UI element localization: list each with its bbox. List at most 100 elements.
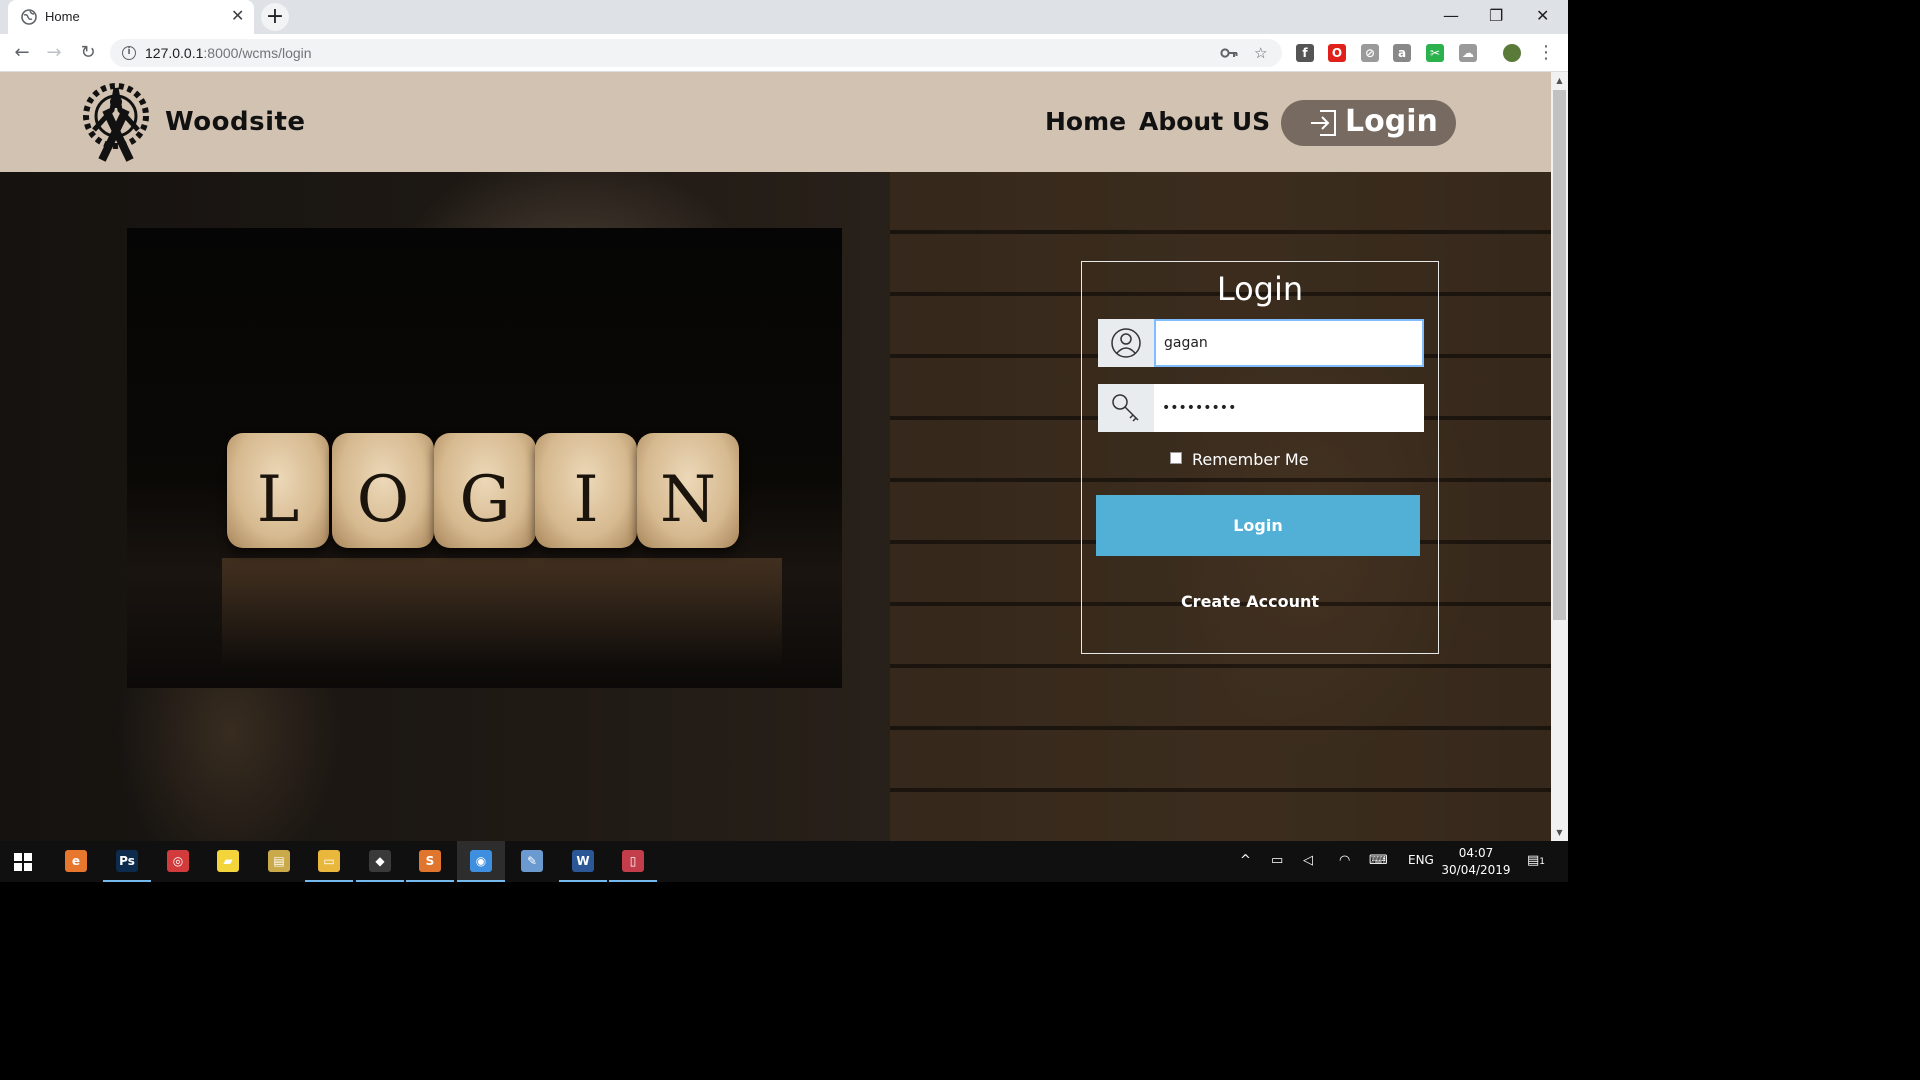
login-card: Login gagan ••••••••• Remember Me Login …	[1081, 261, 1439, 654]
create-account-link[interactable]: Create Account	[1082, 592, 1418, 611]
scroll-down-arrow-icon[interactable]: ▼	[1551, 824, 1568, 841]
key-icon[interactable]	[1220, 47, 1238, 59]
speed-extension-icon[interactable]: ⊘	[1361, 44, 1379, 62]
brand-name[interactable]: Woodsite	[165, 107, 306, 137]
profile-avatar[interactable]	[1503, 44, 1521, 62]
dice-reflection	[222, 558, 782, 668]
taskbar-app-button[interactable]: ▤	[255, 841, 303, 882]
cloud-extension-icon[interactable]: ☁	[1459, 44, 1477, 62]
taskbar-app-button[interactable]: ✎	[508, 841, 556, 882]
close-tab-icon[interactable]: ✕	[231, 8, 244, 24]
volume-icon[interactable]: ◁	[1303, 853, 1313, 868]
shopping-extension-icon[interactable]: a	[1393, 44, 1411, 62]
browser-tab-home[interactable]: Home ✕	[8, 0, 254, 34]
show-hidden-icons-chevron-icon[interactable]: ^	[1240, 853, 1251, 868]
bookmark-star-icon[interactable]: ☆	[1254, 44, 1267, 62]
browser-toolbar: ← → ↻ i 127.0.0.1:8000/wcms/login ☆ f O ⊘ a…	[0, 34, 1568, 72]
opera-extension-icon[interactable]: O	[1328, 44, 1346, 62]
chrome-taskbar-icon: ◉	[470, 850, 492, 872]
password-input-group	[1098, 384, 1424, 432]
keyboard-icon[interactable]: ⌨	[1369, 853, 1388, 868]
facebook-extension-icon[interactable]: f	[1296, 44, 1314, 62]
reload-icon[interactable]: ↻	[76, 41, 100, 65]
windows-start-icon[interactable]	[14, 853, 32, 871]
letter-cube: L	[227, 433, 329, 548]
cube-letter: O	[356, 463, 410, 537]
browser-menu-icon[interactable]: ⋮	[1534, 41, 1558, 65]
battery-icon[interactable]: ▭	[1271, 853, 1283, 868]
login-dice-image: L O G I N	[127, 228, 842, 688]
remember-me-label[interactable]: Remember Me	[1192, 450, 1309, 469]
cube-letter: G	[459, 463, 511, 537]
git-taskbar-icon: ◆	[369, 850, 391, 872]
site-header: Woodsite Home About US Login	[0, 72, 1551, 172]
taskbar-app-button[interactable]: ◆	[356, 841, 404, 882]
notification-count: 1	[1539, 857, 1546, 867]
back-arrow-icon[interactable]: ←	[10, 41, 34, 65]
url-host: 127.0.0.1	[145, 45, 204, 61]
cube-letter: L	[256, 463, 300, 537]
sublime-taskbar-icon: S	[419, 850, 441, 872]
clock-time: 04:07	[1458, 846, 1494, 860]
sticky-notes-taskbar-icon: ▰	[217, 850, 239, 872]
paint-taskbar-icon: ✎	[521, 850, 543, 872]
green-extension-icon[interactable]: ✂	[1426, 44, 1444, 62]
login-card-title: Login	[1216, 270, 1304, 308]
taskbar-app-button[interactable]: ▰	[204, 841, 252, 882]
hero-background: L O G I N Login gagan ••••••••• Remember…	[0, 172, 1551, 841]
woodsite-logo[interactable]	[80, 80, 152, 164]
site-info-icon[interactable]: i	[122, 46, 136, 60]
nav-login-label: Login	[1345, 104, 1438, 139]
key-icon	[1112, 394, 1139, 422]
url-path: :8000/wcms/login	[203, 45, 312, 61]
new-tab-button[interactable]: +	[261, 3, 289, 31]
page-viewport: Woodsite Home About US Login L O G I N L…	[0, 72, 1551, 841]
password-addon	[1098, 384, 1154, 432]
page-scrollbar[interactable]: ▲ ▼	[1551, 72, 1568, 841]
nav-home-link[interactable]: Home	[1045, 107, 1126, 136]
minimize-window-icon[interactable]: —	[1443, 6, 1459, 25]
user-icon	[1111, 328, 1141, 358]
letter-cube: N	[637, 433, 739, 548]
taskbar-app-button[interactable]: S	[406, 841, 454, 882]
scroll-up-arrow-icon[interactable]: ▲	[1551, 72, 1568, 89]
close-window-icon[interactable]: ✕	[1536, 6, 1549, 25]
scrollbar-thumb[interactable]	[1553, 90, 1566, 620]
clock-date: 30/04/2019	[1441, 863, 1511, 877]
nav-login-button[interactable]: Login	[1281, 100, 1456, 146]
login-submit-button[interactable]: Login	[1096, 495, 1420, 556]
browser-tab-strip: Home ✕ + — ❐ ✕	[0, 0, 1568, 34]
taskbar-app-button[interactable]: W	[559, 841, 607, 882]
restore-window-icon[interactable]: ❐	[1489, 6, 1503, 25]
edge-taskbar-icon: e	[65, 850, 87, 872]
notifications-icon[interactable]: ▤1	[1527, 853, 1545, 868]
tab-title: Home	[45, 9, 80, 24]
windows-taskbar: e Ps ◎ ▰ ▤ ▭ ◆ S ◉ ✎ W ▯ ^ ▭ ◁ ◠ ⌨ ENG 04:07 30/04/…	[0, 841, 1568, 882]
nav-about-link[interactable]: About US	[1139, 107, 1270, 136]
letter-cube: O	[332, 433, 434, 548]
word-taskbar-icon: W	[572, 850, 594, 872]
cube-letter: I	[573, 463, 599, 537]
letter-cube: G	[434, 433, 536, 548]
language-indicator[interactable]: ENG	[1408, 853, 1434, 867]
taskbar-app-button[interactable]: ◎	[154, 841, 202, 882]
taskbar-app-button[interactable]: e	[52, 841, 100, 882]
chromium-taskbar-icon: ◎	[167, 850, 189, 872]
notes-taskbar-icon: ▤	[268, 850, 290, 872]
wifi-icon[interactable]: ◠	[1339, 853, 1350, 868]
username-input[interactable]	[1154, 319, 1424, 367]
photoshop-taskbar-icon: Ps	[116, 850, 138, 872]
phone-taskbar-icon: ▯	[622, 850, 644, 872]
url-text[interactable]: 127.0.0.1:8000/wcms/login	[145, 45, 312, 61]
forward-arrow-icon[interactable]: →	[42, 41, 66, 65]
taskbar-app-button[interactable]: ▯	[609, 841, 657, 882]
password-input[interactable]	[1154, 384, 1424, 432]
username-input-group	[1098, 319, 1424, 367]
system-clock[interactable]: 04:07 30/04/2019	[1440, 845, 1512, 879]
taskbar-app-button[interactable]: Ps	[103, 841, 151, 882]
address-bar[interactable]: i 127.0.0.1:8000/wcms/login ☆	[110, 39, 1282, 67]
remember-me-checkbox[interactable]	[1170, 452, 1182, 464]
username-addon	[1098, 319, 1154, 367]
taskbar-app-button[interactable]: ▭	[305, 841, 353, 882]
taskbar-app-button[interactable]: ◉	[457, 841, 505, 882]
